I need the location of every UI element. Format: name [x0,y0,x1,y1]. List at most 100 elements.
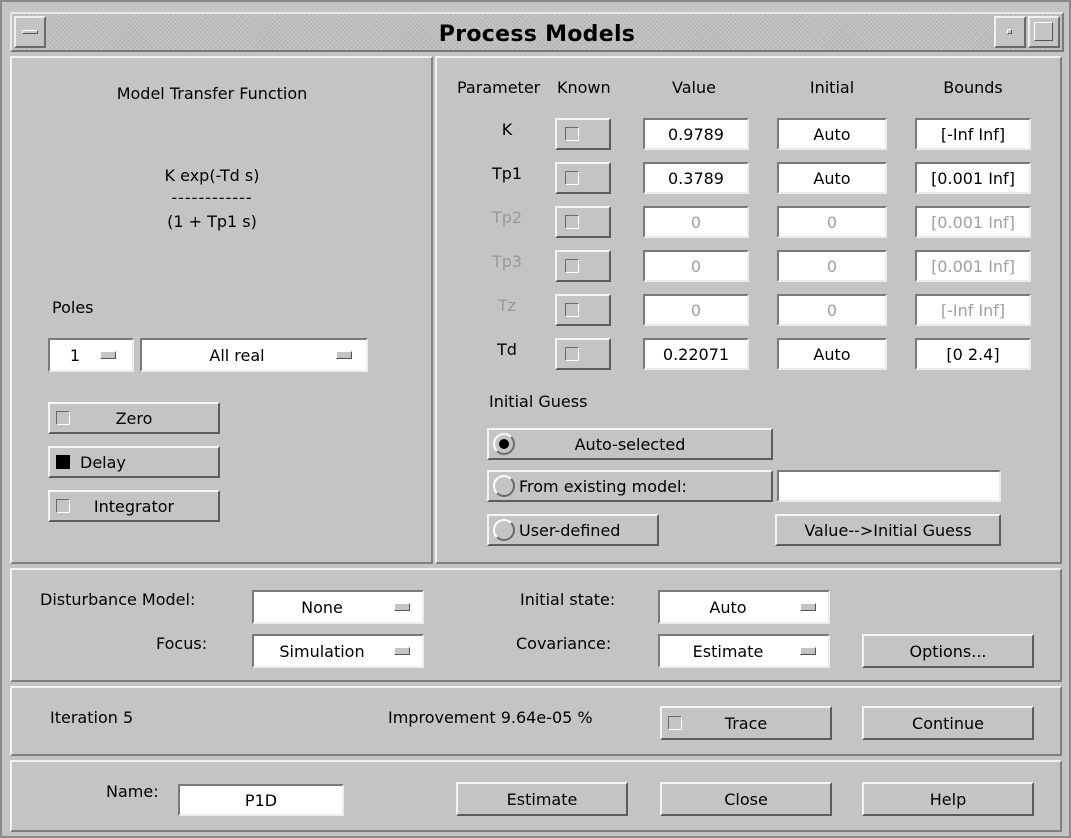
poles-label: Poles [52,298,94,317]
dropdown-indicator-icon [800,603,816,611]
focus-select[interactable]: Simulation [252,634,424,668]
known-checkbox-icon [565,171,579,185]
param-initial-field[interactable]: 0 [777,294,887,326]
minimize-icon [1007,29,1012,34]
param-bounds-field[interactable]: [0.001 Inf] [915,162,1031,194]
tf-numerator: K exp(-Td s) [164,166,260,185]
radio-selected-icon [493,433,515,455]
close-label: Close [724,789,768,809]
dropdown-indicator-icon [800,647,816,655]
transfer-function-title: Model Transfer Function [116,84,308,103]
zero-checkbox-icon [56,411,70,425]
param-initial-field[interactable]: Auto [777,118,887,150]
status-panel: Iteration 5 Improvement 9.64e-05 % Trace… [10,686,1062,756]
improvement-text: Improvement 9.64e-05 % [388,708,593,727]
param-known-toggle[interactable] [555,250,611,282]
param-value-field[interactable]: 0.3789 [643,162,749,194]
param-value-field[interactable]: 0 [643,294,749,326]
user-defined-label: User-defined [519,520,621,540]
param-bounds-field[interactable]: [-Inf Inf] [915,118,1031,150]
initial-state-value: Auto [709,597,747,617]
continue-button[interactable]: Continue [862,706,1034,740]
user-defined-radio[interactable]: User-defined [487,514,659,546]
param-name: Tp2 [491,208,523,227]
dropdown-indicator-icon [394,603,410,611]
poles-type-value: All real [209,345,265,365]
zero-label: Zero [115,408,153,428]
param-known-toggle[interactable] [555,118,611,150]
process-models-window: Process Models Model Transfer Function K… [0,0,1071,838]
minimize-button[interactable] [994,16,1026,48]
poles-count-select[interactable]: 1 [48,338,134,372]
param-bounds-field[interactable]: [0.001 Inf] [915,250,1031,282]
trace-toggle[interactable]: Trace [660,706,832,740]
param-known-toggle[interactable] [555,162,611,194]
known-checkbox-icon [565,259,579,273]
header-parameter: Parameter [457,78,541,97]
param-initial-field[interactable]: 0 [777,250,887,282]
param-name: Td [497,340,517,359]
param-known-toggle[interactable] [555,206,611,238]
auto-selected-label: Auto-selected [574,434,686,454]
param-name: Tp1 [491,164,523,183]
param-name: Tp3 [491,252,523,271]
known-checkbox-icon [565,347,579,361]
param-value-field[interactable]: 0 [643,250,749,282]
options-button-label: Options... [909,641,987,661]
param-initial-field[interactable]: 0 [777,206,887,238]
trace-label: Trace [724,713,768,733]
poles-type-select[interactable]: All real [140,338,368,372]
delay-label: Delay [80,452,126,472]
focus-value: Simulation [279,641,365,661]
header-bounds: Bounds [943,78,1003,97]
dropdown-indicator-icon [394,647,410,655]
estimate-button[interactable]: Estimate [456,782,628,816]
poles-count-value: 1 [69,345,81,365]
auto-selected-radio[interactable]: Auto-selected [487,428,773,460]
param-value-field[interactable]: 0 [643,206,749,238]
maximize-button[interactable] [1028,16,1060,48]
footer-panel: Name: P1D Estimate Close Help [10,760,1062,832]
help-button[interactable]: Help [862,782,1034,816]
from-existing-radio[interactable]: From existing model: [487,470,773,502]
options-panel: Disturbance Model: None Focus: Simulatio… [10,568,1062,682]
param-name: K [501,120,513,139]
maximize-icon [1034,22,1053,41]
header-known: Known [557,78,611,97]
zero-toggle[interactable]: Zero [48,402,220,434]
param-bounds-field[interactable]: [0.001 Inf] [915,206,1031,238]
param-value-field[interactable]: 0.22071 [643,338,749,370]
initial-state-label: Initial state: [520,590,616,609]
delay-checkbox-icon [56,455,70,469]
window-title: Process Models [438,22,636,47]
name-label: Name: [106,782,159,801]
param-initial-field[interactable]: Auto [777,162,887,194]
param-initial-field[interactable]: Auto [777,338,887,370]
options-button[interactable]: Options... [862,634,1034,668]
existing-model-field[interactable] [777,470,1001,502]
value-to-initial-guess-label: Value-->Initial Guess [804,520,972,540]
delay-toggle[interactable]: Delay [48,446,220,478]
close-button[interactable]: Close [660,782,832,816]
param-known-toggle[interactable] [555,338,611,370]
estimate-label: Estimate [506,789,578,809]
value-to-initial-guess-button[interactable]: Value-->Initial Guess [775,514,1001,546]
focus-label: Focus: [156,634,208,653]
dropdown-indicator-icon [100,351,116,359]
integrator-toggle[interactable]: Integrator [48,490,220,522]
param-value-field[interactable]: 0.9789 [643,118,749,150]
title-bar[interactable]: Process Models [10,12,1064,52]
radio-unselected-icon [493,519,515,541]
known-checkbox-icon [565,303,579,317]
model-name-field[interactable]: P1D [178,784,344,816]
integrator-checkbox-icon [56,499,70,513]
disturbance-model-label: Disturbance Model: [40,590,196,609]
param-bounds-field[interactable]: [0 2.4] [915,338,1031,370]
known-checkbox-icon [565,215,579,229]
covariance-value: Estimate [692,641,764,661]
disturbance-model-select[interactable]: None [252,590,424,624]
covariance-select[interactable]: Estimate [658,634,830,668]
initial-state-select[interactable]: Auto [658,590,830,624]
param-known-toggle[interactable] [555,294,611,326]
param-bounds-field[interactable]: [-Inf Inf] [915,294,1031,326]
